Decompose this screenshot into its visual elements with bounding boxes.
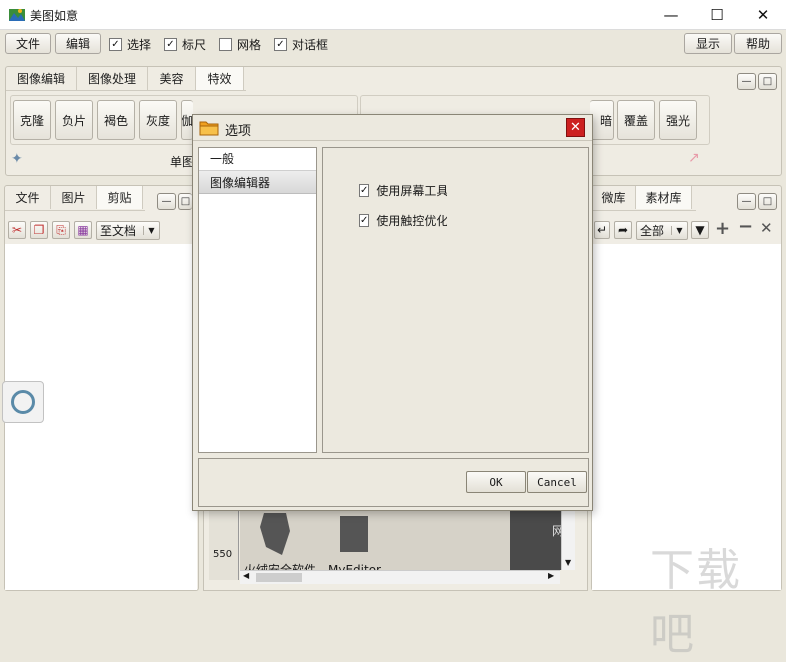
left-panel-restore-icon[interactable]: □ (178, 193, 192, 210)
horizontal-scrollbar[interactable]: ◀ ▶ (240, 570, 560, 584)
tab-image-edit[interactable]: 图像编辑 (6, 67, 77, 90)
right-panel-tabs: 微库 素材库 (592, 186, 696, 211)
collapse-arrows-icon[interactable]: ↗ (688, 150, 700, 166)
screen-tools-label: 使用屏幕工具 (376, 184, 447, 198)
nav-item-general[interactable]: 一般 (199, 148, 316, 170)
effect-sepia-button[interactable]: 褐色 (97, 100, 135, 140)
grid-checkbox[interactable] (219, 38, 232, 51)
tab-asset-library[interactable]: 素材库 (636, 186, 692, 209)
chevron-down-icon: ▼ (143, 226, 159, 235)
effect-dark-button[interactable]: 暗 (590, 100, 614, 140)
screen-tools-checkbox[interactable]: ✓ (359, 184, 370, 197)
tab-effects[interactable]: 特效 (196, 67, 244, 90)
canvas-dark-item (510, 510, 562, 570)
right-panel-restore-icon[interactable]: □ (758, 193, 777, 210)
options-content: ✓ 使用屏幕工具 ✓ 使用触控优化 (322, 147, 589, 453)
save-icon[interactable]: ↵ (594, 221, 610, 239)
category-label: 全部 (640, 224, 665, 238)
file-menu-button[interactable]: 文件 (5, 33, 51, 54)
share-icon[interactable]: ➦ (614, 221, 632, 239)
ruler-label: 550 (213, 549, 233, 560)
help-button[interactable]: 帮助 (734, 33, 782, 54)
myeditor-file-icon (340, 516, 368, 552)
show-button[interactable]: 显示 (684, 33, 732, 54)
option-screen-tools[interactable]: ✓ 使用屏幕工具 (359, 182, 447, 199)
effects-tabs: 图像编辑 图像处理 美容 特效 (6, 67, 246, 91)
effects-footer-text: 单图 (170, 155, 195, 169)
ruler-label: 标尺 (182, 38, 207, 52)
cancel-button[interactable]: Cancel (527, 471, 587, 493)
title-bar: 美图如意 — ☐ ✕ (0, 0, 786, 30)
app-logo-icon (9, 9, 25, 21)
ok-button[interactable]: OK (466, 471, 526, 493)
scrollbar-thumb[interactable] (256, 573, 302, 582)
effect-hardlight-button[interactable]: 强光 (659, 100, 697, 140)
left-panel-minimize-icon[interactable]: — (157, 193, 176, 210)
delete-icon[interactable]: ✕ (760, 219, 773, 237)
category-dropdown[interactable]: 全部 ▼ (636, 221, 688, 240)
add-icon[interactable]: + (715, 218, 730, 239)
scroll-down-icon[interactable]: ▼ (565, 558, 571, 567)
touch-optimize-checkbox[interactable]: ✓ (359, 214, 370, 227)
magic-wand-icon: ✦ (11, 151, 23, 167)
maximize-icon[interactable]: ☐ (694, 0, 740, 30)
minimize-icon[interactable]: — (648, 0, 694, 30)
dialog-close-icon[interactable]: ✕ (566, 118, 585, 137)
select-toggle[interactable]: ✓ 选择 (109, 36, 151, 53)
tab-files[interactable]: 文件 (5, 186, 51, 209)
chevron-down-icon: ▼ (671, 226, 687, 235)
tab-image-process[interactable]: 图像处理 (77, 67, 148, 90)
to-document-label: 至文档 (100, 224, 137, 238)
dialog-label: 对话框 (292, 38, 329, 52)
tab-pictures[interactable]: 图片 (51, 186, 97, 209)
clear-clipboard-icon[interactable]: ▦ (74, 221, 92, 239)
left-panel-tabs: 文件 图片 剪贴 (5, 186, 145, 211)
to-document-dropdown[interactable]: 至文档 ▼ (96, 221, 160, 240)
nav-item-image-editor[interactable]: 图像编辑器 (199, 170, 316, 194)
dialog-title-bar: 选项 ✕ (193, 115, 592, 141)
scroll-left-icon[interactable]: ◀ (243, 571, 249, 580)
select-label: 选择 (127, 38, 152, 52)
floating-button[interactable] (2, 381, 44, 423)
cut-icon[interactable]: ✂ (8, 221, 26, 239)
panel-minimize-icon[interactable]: — (737, 73, 756, 90)
grid-label: 网格 (237, 38, 262, 52)
grid-toggle[interactable]: 网格 (219, 36, 261, 53)
options-dialog: 选项 ✕ 一般 图像编辑器 ✓ 使用屏幕工具 ✓ 使用触控优化 OK Cance… (192, 114, 593, 511)
right-panel-minimize-icon[interactable]: — (737, 193, 756, 210)
folder-icon (199, 121, 219, 136)
close-icon[interactable]: ✕ (740, 0, 786, 30)
dialog-toggle[interactable]: ✓ 对话框 (274, 36, 328, 53)
scroll-right-icon[interactable]: ▶ (548, 571, 554, 580)
tab-clipboard[interactable]: 剪贴 (97, 186, 143, 209)
dialog-title: 选项 (225, 124, 252, 139)
ruler-toggle[interactable]: ✓ 标尺 (164, 36, 206, 53)
effect-grayscale-button[interactable]: 灰度 (139, 100, 177, 140)
tab-micro-library[interactable]: 微库 (592, 186, 636, 209)
vertical-scrollbar[interactable]: ▼ (561, 510, 575, 570)
effect-overlay-button[interactable]: 覆盖 (617, 100, 655, 140)
effect-negative-button[interactable]: 负片 (55, 100, 93, 140)
copy-icon[interactable]: ❐ (30, 221, 48, 239)
remove-icon[interactable]: − (738, 216, 753, 237)
options-nav: 一般 图像编辑器 (198, 147, 317, 453)
vertical-ruler (209, 510, 239, 580)
select-checkbox[interactable]: ✓ (109, 38, 122, 51)
tab-beauty[interactable]: 美容 (148, 67, 196, 90)
ruler-checkbox[interactable]: ✓ (164, 38, 177, 51)
paste-icon[interactable]: ⎘ (52, 221, 70, 239)
effect-clone-button[interactable]: 克隆 (13, 100, 51, 140)
window-title: 美图如意 (30, 9, 79, 23)
circle-icon (11, 390, 35, 414)
panel-restore-icon[interactable]: □ (758, 73, 777, 90)
touch-optimize-label: 使用触控优化 (376, 214, 447, 228)
edit-menu-button[interactable]: 编辑 (55, 33, 101, 54)
dialog-checkbox[interactable]: ✓ (274, 38, 287, 51)
option-touch-optimize[interactable]: ✓ 使用触控优化 (359, 212, 447, 229)
filter-icon[interactable]: ▼ (691, 221, 709, 239)
huorong-shield-icon (260, 513, 290, 555)
watermark-logo: 下载吧 (650, 545, 742, 660)
